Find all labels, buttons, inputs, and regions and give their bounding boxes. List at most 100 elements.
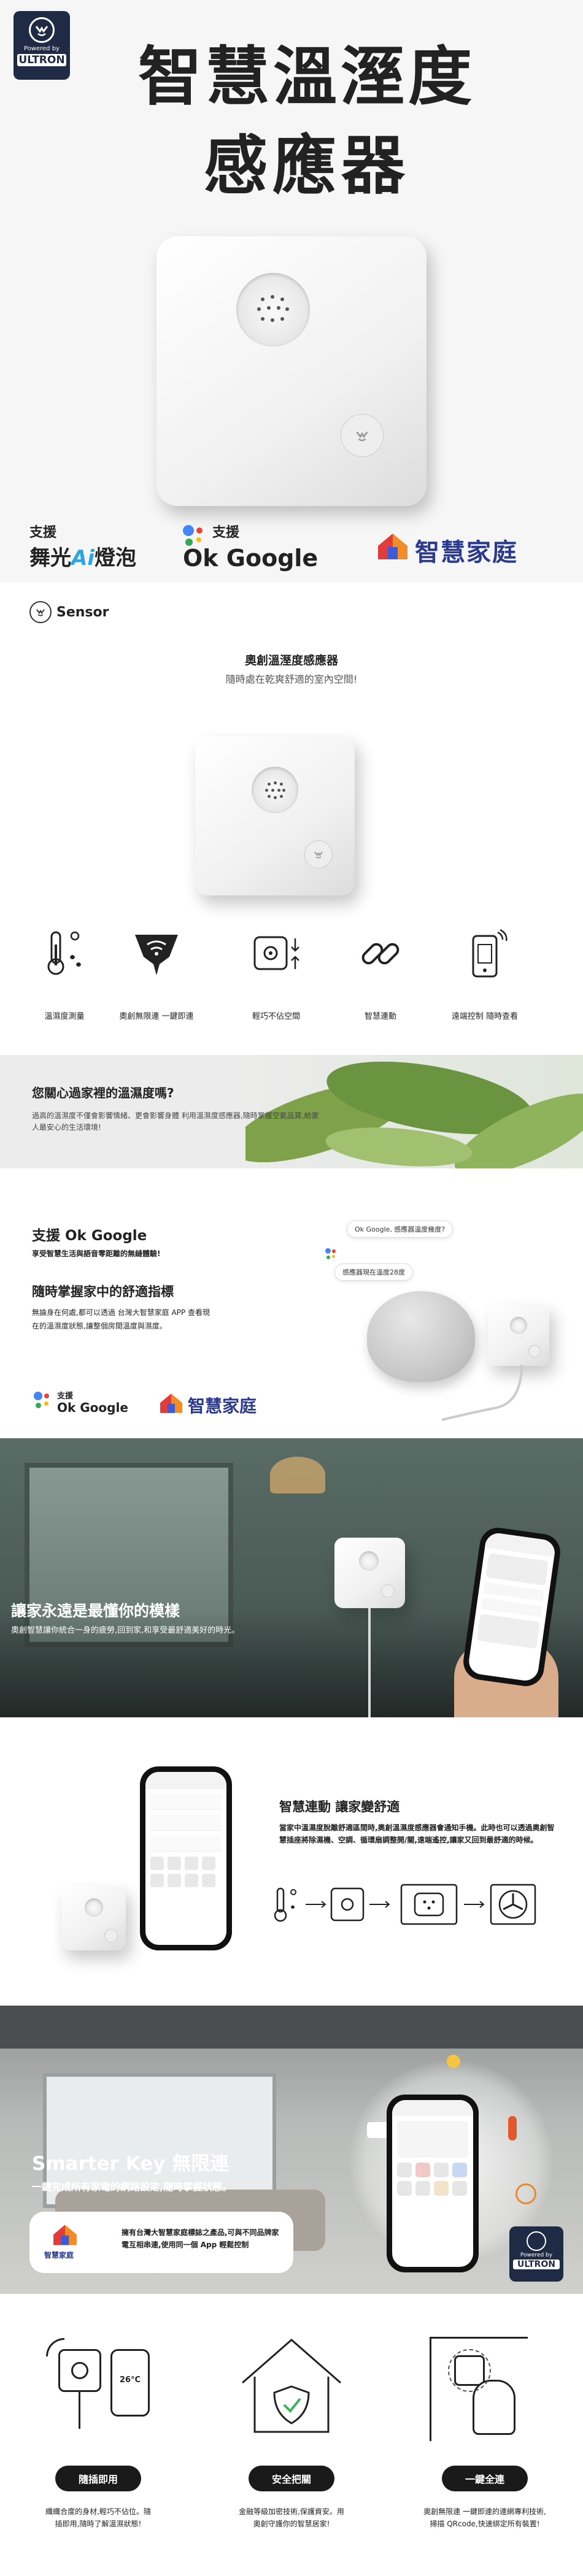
temp-reading: 26°C	[119, 2375, 141, 2385]
hero-title-line1: 智慧溫溼度	[137, 39, 476, 114]
feature-thermometer: 溫濕度測量	[25, 926, 104, 1021]
chat-bubble-answer: 感應器現在溫度28度	[334, 1263, 413, 1281]
intro-subheading: 隨時處在乾爽舒適的室內空間!	[225, 673, 358, 685]
smartkey-subtitle: 一鍵完成所有家電的網路設定,隨時掌握狀態。	[32, 2181, 233, 2193]
thermometer-icon	[47, 931, 81, 975]
plug-play-illustration: 26°C	[31, 2325, 184, 2447]
wifi-icon	[135, 935, 178, 975]
feature-label: 智慧連動	[364, 1012, 396, 1021]
ultron-powered: Powered by	[520, 2252, 553, 2258]
device-logo-button	[381, 1584, 395, 1598]
device-logo-button	[528, 1345, 541, 1357]
one-click-text: 奧創無限連 一鍵即連的連網專利技術, 掃描 QRcode,快速綁定所有裝置!	[423, 2507, 546, 2529]
sensor-device-image	[488, 1305, 549, 1366]
google-title2: 隨時掌握家中的舒適指標	[32, 1284, 174, 1299]
sensor-device-image	[334, 1538, 405, 1608]
care-title: 您關心過家裡的溫濕度嗎?	[32, 1086, 174, 1100]
house-icon	[53, 2225, 77, 2245]
smart-home-logo: 智慧家庭	[376, 529, 572, 567]
smart-home-info-box: 智慧家庭 擁有台灣大智慧家庭標誌之產品,可與不同品牌家電互相串連,使用同一個 A…	[29, 2212, 293, 2273]
speaker-grill	[252, 767, 298, 813]
room-section: 讓家永遠是最懂你的模樣 奧創智慧讓你統合一身的疲勞,回到家,和享受最舒適美好的時…	[0, 1438, 583, 1717]
support-google-prefix: 支援	[57, 1392, 74, 1401]
cable-icon	[79, 2392, 80, 2429]
smart-home-logo: 智慧家庭	[158, 1390, 306, 1417]
smart-home-box-label: 智慧家庭	[44, 2251, 74, 2260]
phone-image	[387, 2095, 479, 2272]
speaker-grill	[359, 1551, 379, 1571]
lamp-image	[270, 1457, 325, 1493]
feature-label: 奧創無限連 一鍵即連	[119, 1012, 194, 1021]
speaker-grill	[85, 1898, 103, 1917]
speaker-grill	[236, 273, 310, 347]
support-google-logo: 支援 Ok Google	[34, 1389, 144, 1420]
cable-image	[368, 1608, 371, 1717]
cable-image	[441, 1365, 523, 1421]
shield-icon	[273, 2385, 310, 2425]
google-subtitle: 享受智慧生活與語音零距離的無縫體驗!	[32, 1249, 161, 1258]
feature-wifi: 奧創無限連 一鍵即連	[107, 926, 206, 1021]
phone-image	[140, 1766, 232, 1950]
linkage-flow-diagram	[274, 1884, 536, 1925]
badge-security: 安全把關	[249, 2466, 334, 2491]
wifi-signal-icon	[46, 2338, 64, 2356]
room-title: 讓家永遠是最懂你的模樣	[11, 1602, 180, 1620]
google-assistant-icon	[34, 1392, 52, 1410]
device-logo-button	[304, 840, 333, 868]
device-logo-button	[341, 414, 384, 457]
smart-home-label: 智慧家庭	[188, 1396, 257, 1416]
care-section: 您關心過家裡的溫濕度嗎? 過高的溫濕度不僅會影響情緒、更會影響身體 利用溫濕度感…	[0, 1055, 583, 1168]
device-icon	[253, 936, 299, 970]
support-lamp-brand: 舞光	[29, 546, 71, 570]
sensor-device-image	[195, 736, 355, 895]
intro-section: Sensor 奧創溫溼度感應器 隨時處在乾爽舒適的室內空間! 溫濕度測量 奧創無…	[0, 583, 583, 1055]
intro-heading: 奧創溫溼度感應器	[244, 654, 338, 667]
security-text: 金融等級加密技術,保護資安。用奧創守護你的智慧居家!	[239, 2507, 344, 2529]
support-google: 支援 Ok Google	[183, 521, 367, 572]
feature-label: 溫濕度測量	[44, 1012, 85, 1021]
phone-screen	[467, 1531, 557, 1682]
ultron-logo: Powered by ULTRON	[509, 2226, 563, 2282]
smartkey-title: Smarter Key 無限連	[32, 2153, 230, 2175]
hero-title-line2: 感應器	[203, 128, 410, 203]
smart-home-box-text: 擁有台灣大智慧家庭標誌之產品,可與不同品牌家電互相串連,使用同一個 App 輕鬆…	[122, 2228, 279, 2250]
security-house-illustration	[242, 2339, 341, 2433]
phone-icon: 26°C	[110, 2349, 150, 2417]
feature-compact: 輕巧不佔空間	[236, 926, 316, 1021]
support-lamp-bulb: 燈泡	[94, 546, 136, 570]
house-icon	[376, 531, 410, 562]
google-section: 支援 Ok Google 享受智慧生活與語音零距離的無縫體驗! 隨時掌握家中的舒…	[0, 1168, 583, 1438]
room-ceiling	[0, 2006, 583, 2049]
care-body: 過高的溫濕度不僅會影響情緒、更會影響身體 利用溫濕度感應器,隨時掌握空氣品質,給…	[32, 1111, 319, 1132]
sensor-device-image	[61, 1886, 126, 1950]
google-assistant-icon	[183, 525, 205, 547]
smartkey-section: Smarter Key 無限連 一鍵完成所有家電的網路設定,隨時掌握狀態。 智慧…	[0, 2006, 583, 2294]
bee-icon	[29, 17, 55, 43]
link-icon	[361, 943, 400, 965]
bee-icon	[29, 601, 52, 623]
sensor-device-image	[156, 236, 427, 506]
badge-plug-play: 隨插即用	[55, 2466, 141, 2491]
speaker-grill	[510, 1317, 527, 1334]
thermometer-icon	[274, 1887, 296, 1922]
house-icon	[160, 1393, 182, 1413]
support-lamp-prefix: 支援	[29, 525, 57, 540]
hero-section: Powered by ULTRON 智慧溫溼度 感應器 支援 舞光Ai燈泡 支援…	[0, 0, 583, 583]
room-body: 奧創智慧讓你統合一身的疲勞,回到家,和享受最舒適美好的時光。	[11, 1626, 240, 1635]
google-assistant-icon	[325, 1248, 338, 1260]
brand-name: ULTRON	[17, 54, 66, 66]
ultron-name: ULTRON	[513, 2260, 560, 2269]
bottom-section: 26°C 隨插即用 安全把關 一鍵全連 纖纖合度的身材,輕巧不佔位。隨插即用,隨…	[0, 2294, 583, 2576]
chat-bubble-question: Ok Google, 感應器溫度幾度?	[347, 1221, 454, 1238]
feature-link: 智慧連動	[341, 926, 420, 1021]
linkage-section: 智慧連動 讓家變舒適 當家中溫濕度脫離舒適區間時,奧創溫濕度感應器會通知手機。此…	[0, 1717, 583, 2006]
brand-logo: Powered by ULTRON	[14, 11, 70, 80]
support-lamp: 支援 舞光Ai燈泡	[29, 521, 177, 570]
feature-remote: 遠端控制 隨時查看	[430, 926, 540, 1021]
brand-powered: Powered by	[24, 45, 60, 52]
sensor-logo-text: Sensor	[56, 604, 109, 620]
google-body2: 無論身在何處,都可以透過 台灣大智慧家庭 APP 查看現在的溫濕度狀態,讓整個房…	[32, 1308, 210, 1330]
google-title: 支援 Ok Google	[32, 1228, 147, 1244]
support-google-label: Ok Google	[57, 1400, 128, 1415]
badge-one-click: 一鍵全連	[442, 2466, 528, 2491]
